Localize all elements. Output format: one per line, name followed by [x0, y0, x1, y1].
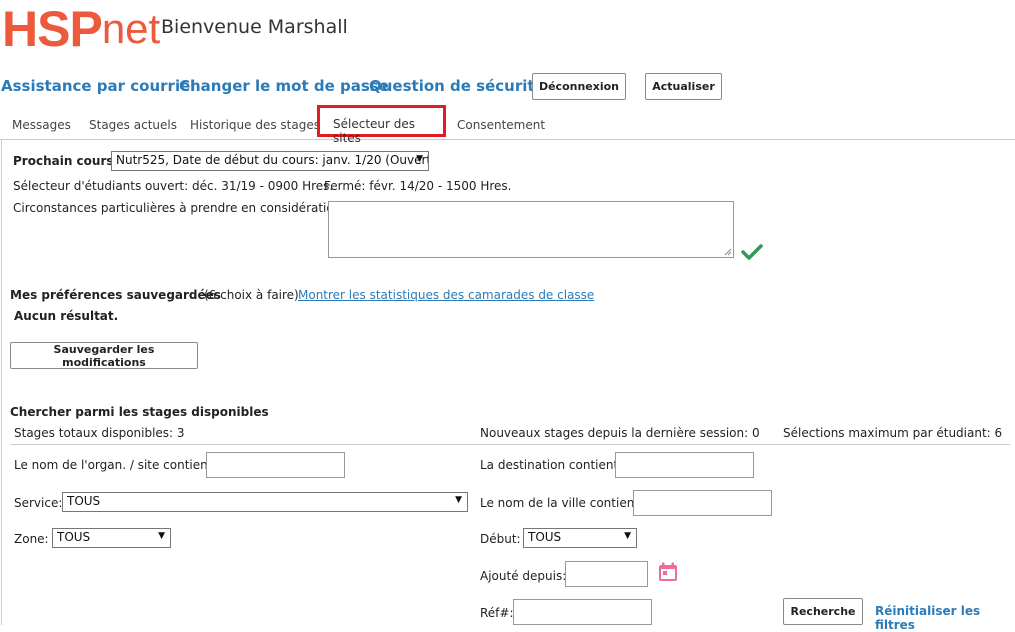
- zone-label: Zone:: [14, 532, 49, 546]
- added-since-input[interactable]: [565, 561, 648, 587]
- welcome-text: Bienvenue Marshall: [161, 16, 348, 38]
- tab-current-placements[interactable]: Stages actuels: [89, 118, 177, 132]
- dropdown-arrow-icon: ▼: [416, 154, 423, 164]
- choices-count: (6 choix à faire): [204, 288, 299, 302]
- dropdown-arrow-icon: ▼: [455, 495, 462, 505]
- tab-messages[interactable]: Messages: [12, 118, 71, 132]
- search-section-title: Chercher parmi les stages disponibles: [10, 405, 269, 419]
- added-since-label: Ajouté depuis:: [480, 569, 567, 583]
- security-question-link[interactable]: Question de sécurité: [369, 77, 545, 95]
- city-filter-input[interactable]: [633, 490, 772, 516]
- divider: [10, 444, 1010, 445]
- zone-select-value: TOUS: [57, 530, 91, 544]
- ref-input[interactable]: [513, 599, 652, 625]
- ref-label: Réf#:: [480, 606, 514, 620]
- next-course-label: Prochain cours:: [13, 154, 119, 168]
- org-filter-label: Le nom de l'organ. / site contient:: [14, 458, 217, 472]
- selector-close-date: Fermé: févr. 14/20 - 1500 Hres.: [324, 179, 512, 193]
- selector-open-date: Sélecteur d'étudiants ouvert: déc. 31/19…: [13, 179, 334, 193]
- hspnet-logo: HSP net: [2, 1, 161, 57]
- start-select-value: TOUS: [528, 530, 562, 544]
- course-select[interactable]: Nutr525, Date de début du cours: janv. 1…: [111, 151, 429, 171]
- reset-filters-link[interactable]: Réinitialiser les filtres: [875, 604, 1015, 632]
- org-filter-input[interactable]: [206, 452, 345, 478]
- refresh-button[interactable]: Actualiser: [645, 73, 722, 100]
- logout-button[interactable]: Déconnexion: [532, 73, 626, 100]
- email-support-link[interactable]: Assistance par courriel: [1, 77, 195, 95]
- start-label: Début:: [480, 532, 521, 546]
- dropdown-arrow-icon: ▼: [158, 531, 165, 541]
- start-select[interactable]: TOUS ▼: [523, 528, 637, 548]
- check-icon: [741, 244, 763, 260]
- new-placements: Nouveaux stages depuis la dernière sessi…: [480, 426, 760, 440]
- tab-bar: Messages Stages actuels Historique des s…: [0, 112, 1015, 140]
- destination-filter-label: La destination contient:: [480, 458, 623, 472]
- search-button[interactable]: Recherche: [783, 598, 863, 625]
- resize-handle-icon[interactable]: [724, 248, 732, 256]
- change-password-link[interactable]: Changer le mot de passe: [179, 77, 389, 95]
- course-select-value: Nutr525, Date de début du cours: janv. 1…: [116, 153, 429, 167]
- logo-hsp: HSP: [2, 1, 103, 57]
- calendar-icon[interactable]: [658, 562, 678, 582]
- max-selections: Sélections maximum par étudiant: 6: [783, 426, 1003, 440]
- no-result-text: Aucun résultat.: [14, 309, 119, 323]
- service-select-value: TOUS: [67, 494, 101, 508]
- total-placements: Stages totaux disponibles: 3: [14, 426, 185, 440]
- city-filter-label: Le nom de la ville contient:: [480, 496, 644, 510]
- tab-site-selector[interactable]: Sélecteur des sites: [317, 105, 446, 145]
- tab-consent[interactable]: Consentement: [457, 118, 545, 132]
- saved-preferences-title: Mes préférences sauvegardées: [10, 288, 221, 302]
- classmate-stats-link[interactable]: Montrer les statistiques des camarades d…: [298, 288, 594, 302]
- tab-placement-history[interactable]: Historique des stages: [190, 118, 320, 132]
- circumstances-textarea[interactable]: [328, 201, 734, 258]
- service-select[interactable]: TOUS ▼: [62, 492, 468, 512]
- save-changes-button[interactable]: Sauvegarder les modifications: [10, 342, 198, 369]
- dropdown-arrow-icon: ▼: [624, 531, 631, 541]
- zone-select[interactable]: TOUS ▼: [52, 528, 171, 548]
- destination-filter-input[interactable]: [615, 452, 754, 478]
- service-label: Service:: [14, 496, 63, 510]
- logo-net: net: [101, 5, 161, 52]
- circumstances-label: Circonstances particulières à prendre en…: [13, 201, 346, 215]
